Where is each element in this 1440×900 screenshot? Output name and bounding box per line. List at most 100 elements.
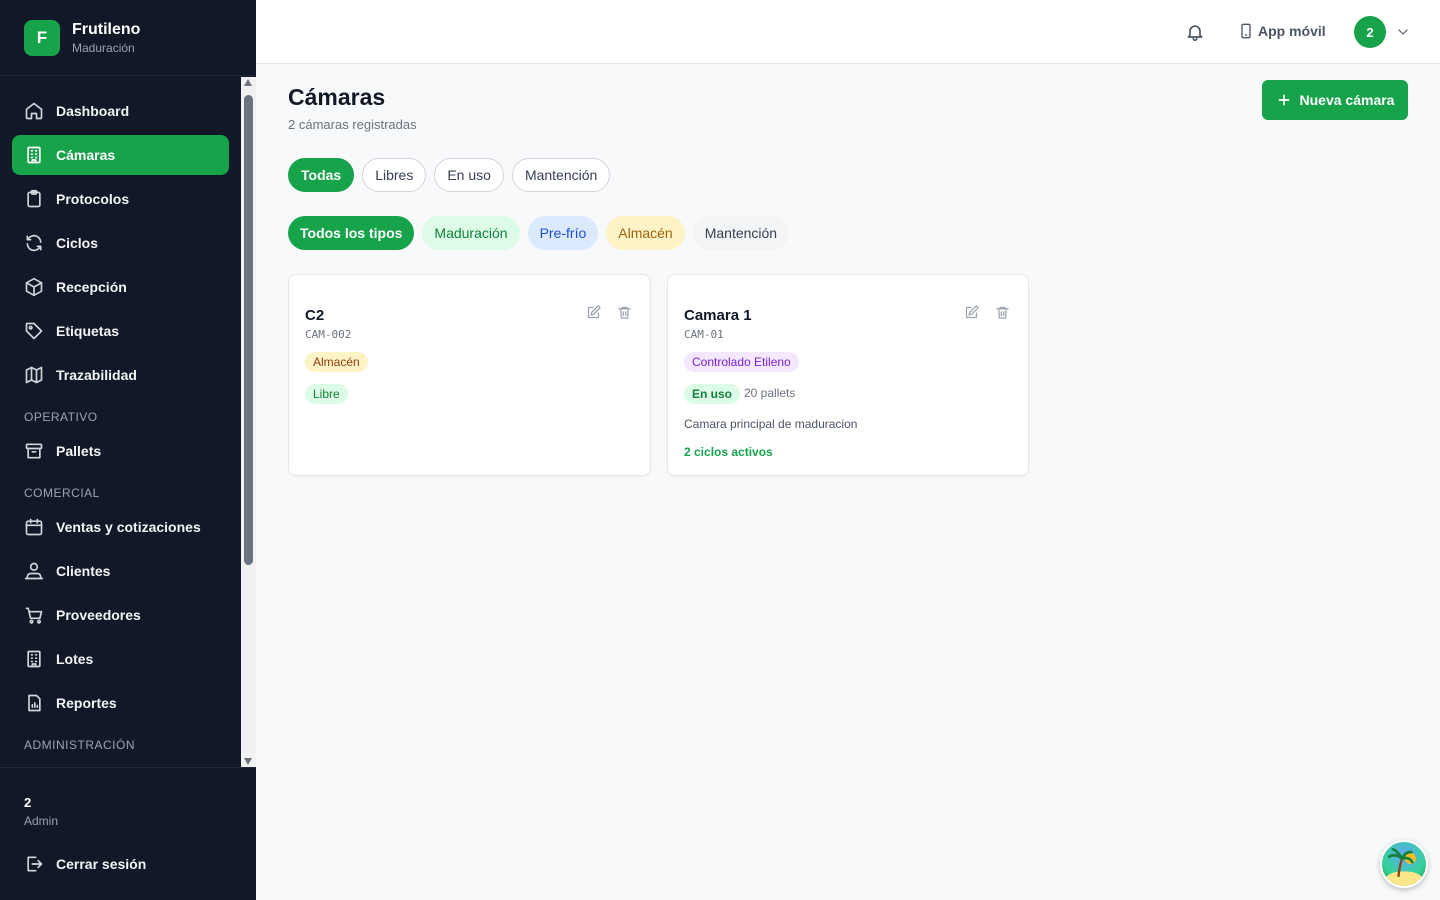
page-title: Cámaras [288,84,386,110]
type-filter-mantencion[interactable]: Mantención [692,216,790,250]
pallet-count: 20 pallets [744,386,796,400]
sidebar-item-clientes[interactable]: Clientes [12,551,229,591]
sidebar-item-label: Ventas y cotizaciones [56,519,201,535]
sidebar-item-label: Pallets [56,443,102,459]
sidebar-item-proveedores[interactable]: Proveedores [12,595,229,635]
sidebar-nav: Dashboard Cámaras Protocolos Ciclos Rece… [0,77,241,767]
sidebar-item-lotes[interactable]: Lotes [12,639,229,679]
building-icon [27,650,41,668]
sidebar-item-label: Lotes [56,651,94,667]
scroll-thumb[interactable] [244,95,253,565]
brand-name: Frutileno [72,20,141,38]
edit-icon[interactable] [964,305,979,320]
sidebar-item-label: Etiquetas [56,323,120,339]
cart-icon [25,607,43,624]
new-camera-button[interactable]: Nueva cámara [1262,80,1408,120]
brand[interactable]: F Frutileno Maduración [0,0,256,76]
edit-icon[interactable] [586,305,601,320]
status-filters: Todas Libres En uso Mantención [288,158,611,192]
sidebar-item-pallets[interactable]: Pallets [12,431,229,471]
type-badge: Almacén [305,352,368,372]
home-icon [25,102,43,120]
user-role: Admin [24,814,59,828]
type-filter-pre-frio[interactable]: Pre-frío [527,216,599,250]
assistant-avatar-button[interactable] [1380,840,1428,888]
tag-icon [25,322,43,340]
sidebar-footer: 2 Admin Cerrar sesión [0,767,256,900]
scroll-down-arrow-icon[interactable] [244,758,252,765]
type-filter-maduracion[interactable]: Maduración [422,216,520,250]
report-icon [28,694,41,712]
sidebar-item-label: Reportes [56,695,117,711]
sidebar-item-recepcion[interactable]: Recepción [12,267,229,307]
sidebar-scrollbar[interactable] [241,77,256,767]
sidebar-item-label: Recepción [56,279,127,295]
camera-name: C2 [305,307,325,324]
sidebar-item-protocolos[interactable]: Protocolos [12,179,229,219]
calendar-icon [25,518,43,536]
map-icon [25,366,43,384]
clipboard-icon [27,189,41,208]
sidebar-item-label: Ciclos [56,235,99,251]
sidebar-item-ciclos[interactable]: Ciclos [12,223,229,263]
avatar[interactable]: 2 [1354,16,1386,48]
palm-tree-icon [1385,847,1423,886]
active-cycles-link[interactable]: 2 ciclos activos [684,445,773,459]
type-filter-almacen[interactable]: Almacén [606,216,685,250]
logout-label: Cerrar sesión [56,856,147,872]
logout-button[interactable]: Cerrar sesión [12,844,229,884]
status-badge: Libre [305,384,348,404]
building-icon [27,146,41,164]
brand-logo: F [24,19,60,56]
app-movil-button[interactable]: App móvil [1238,22,1326,40]
camera-code: CAM-01 [684,328,724,341]
sidebar: F Frutileno Maduración Dashboard Cámaras… [0,0,256,900]
package-icon [25,277,43,297]
sidebar-item-label: Protocolos [56,191,130,207]
type-badge: Controlado Etileno [684,352,799,372]
sidebar-item-label: Proveedores [56,607,141,623]
refresh-icon [26,234,42,252]
plus-icon [1278,94,1290,106]
trash-icon[interactable] [995,305,1010,320]
scroll-up-arrow-icon[interactable] [244,79,252,86]
sidebar-item-label: Clientes [56,563,111,579]
section-administracion: ADMINISTRACIÓN [24,738,136,752]
sidebar-item-label: Cámaras [56,147,116,163]
filter-mantencion[interactable]: Mantención [511,158,611,192]
camera-card[interactable]: C2 CAM-002 Almacén Libre [288,274,651,476]
camera-name: Camara 1 [684,307,752,324]
sidebar-item-etiquetas[interactable]: Etiquetas [12,311,229,351]
filter-en-uso[interactable]: En uso [434,158,504,192]
app-movil-label: App móvil [1258,23,1326,39]
sidebar-item-dashboard[interactable]: Dashboard [12,91,229,131]
camera-code: CAM-002 [305,328,352,341]
archive-icon [25,443,43,459]
user-name: 2 [24,795,32,810]
logout-icon [27,856,43,872]
sidebar-item-label: Dashboard [56,103,130,119]
filter-todas[interactable]: Todas [288,158,355,192]
camera-description: Camara principal de maduracion [684,417,858,431]
sidebar-item-ventas[interactable]: Ventas y cotizaciones [12,507,229,547]
new-camera-label: Nueva cámara [1299,92,1395,108]
sidebar-item-label: Trazabilidad [56,367,137,383]
filter-libres[interactable]: Libres [362,158,427,192]
brand-subtitle: Maduración [72,40,135,55]
type-filters: Todos los tipos Maduración Pre-frío Alma… [288,216,790,250]
section-comercial: COMERCIAL [24,486,100,500]
main-content: Cámaras 2 cámaras registradas Nueva cáma… [256,64,1440,900]
topbar: App móvil 2 [256,0,1440,64]
bell-icon[interactable] [1185,22,1205,42]
section-operativo: OPERATIVO [24,410,98,424]
status-badge: En uso [684,384,741,404]
sidebar-item-reportes[interactable]: Reportes [12,683,229,723]
page-subtitle: 2 cámaras registradas [288,117,417,132]
camera-card[interactable]: Camara 1 CAM-01 Controlado Etileno En us… [667,274,1029,476]
type-filter-todos[interactable]: Todos los tipos [288,216,415,250]
smartphone-icon [1241,23,1251,39]
trash-icon[interactable] [617,305,632,320]
chevron-down-icon[interactable] [1395,24,1411,40]
sidebar-item-trazabilidad[interactable]: Trazabilidad [12,355,229,395]
sidebar-item-camaras[interactable]: Cámaras [12,135,229,175]
